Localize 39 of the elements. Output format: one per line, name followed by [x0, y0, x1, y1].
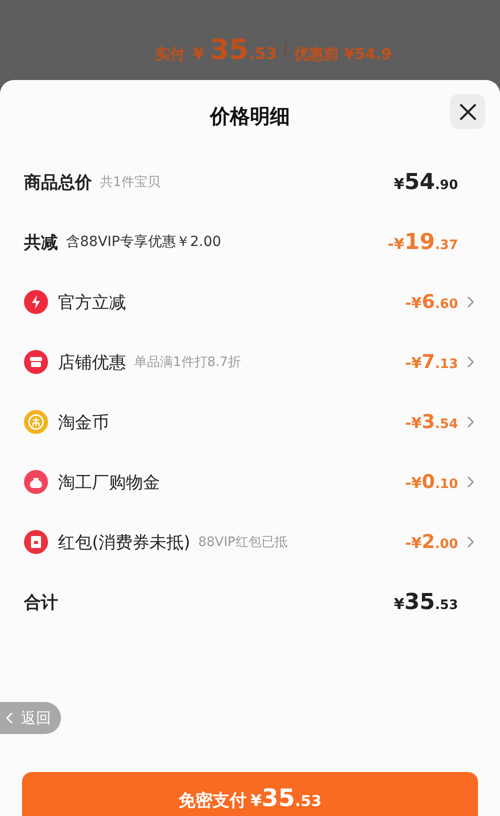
chevron-left-icon: [6, 712, 13, 724]
row-amount: -¥19.37: [388, 230, 458, 254]
row-note: 单品满1件打8.7折: [134, 354, 241, 371]
row-label: 合计: [24, 592, 58, 614]
row-amount: -¥7.13: [405, 351, 458, 373]
pay-button[interactable]: 免密支付 ¥35.53: [22, 772, 478, 816]
close-icon: [458, 102, 476, 120]
row-note: 含88VIP专享优惠￥2.00: [66, 233, 222, 251]
row-amount: -¥0.10: [405, 471, 458, 493]
chevron-right-icon[interactable]: [466, 536, 474, 548]
chevron-right-icon[interactable]: [466, 476, 474, 488]
shop-icon: [24, 350, 48, 374]
back-button[interactable]: 返回: [0, 702, 61, 734]
row-amount: -¥6.60: [405, 291, 458, 313]
bolt-icon: [24, 290, 48, 314]
row-amount: ¥54.90: [394, 170, 458, 194]
row-label: 红包(消费券未抵): [58, 532, 190, 554]
envelope-icon: [24, 530, 48, 554]
row-note: 共1件宝贝: [100, 174, 160, 191]
chevron-right-icon[interactable]: [466, 296, 474, 308]
row-label: 共减: [24, 232, 58, 254]
coin-icon: [24, 410, 48, 434]
sheet-title: 价格明细: [210, 102, 290, 130]
bag-icon: [24, 470, 48, 494]
original-price: 优惠前 ¥54.9: [294, 45, 392, 64]
row-label: 淘金币: [58, 412, 109, 434]
row-label: 官方立减: [58, 292, 126, 314]
paid-price: ¥ 35.53: [193, 33, 278, 66]
row-label: 店铺优惠: [58, 352, 126, 374]
chevron-right-icon[interactable]: [466, 356, 474, 368]
row-amount: -¥3.54: [405, 411, 458, 433]
row-label: 淘工厂购物金: [58, 472, 160, 494]
row-note: 88VIP红包已抵: [198, 534, 288, 551]
row-amount: -¥2.00: [405, 531, 458, 553]
paid-label: 实付: [155, 45, 185, 64]
row-label: 商品总价: [24, 172, 92, 194]
chevron-right-icon[interactable]: [466, 416, 474, 428]
row-amount: ¥35.53: [394, 590, 458, 614]
close-button[interactable]: [450, 94, 485, 129]
